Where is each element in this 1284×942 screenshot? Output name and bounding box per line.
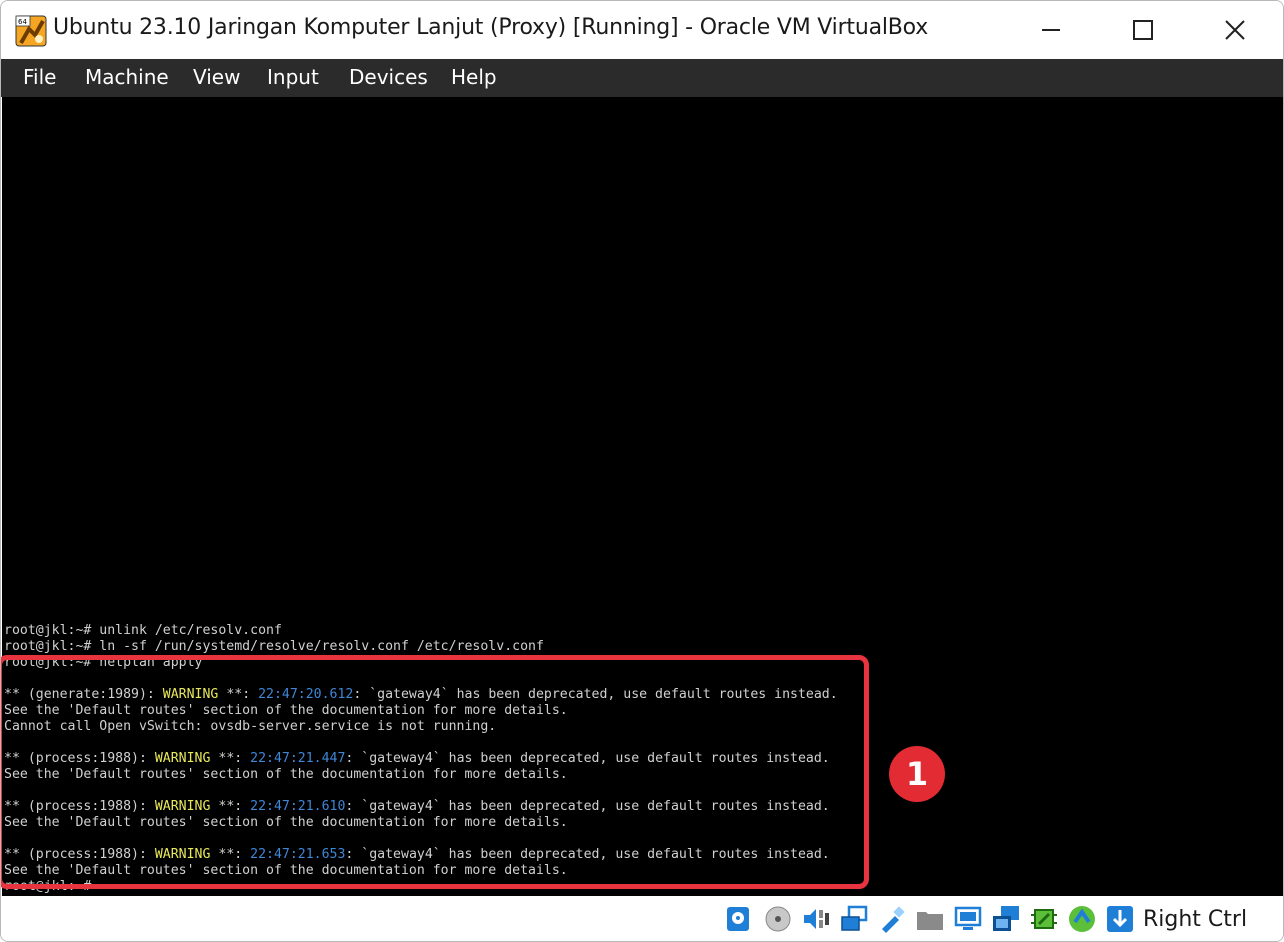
warning-label: WARNING <box>154 847 211 862</box>
menu-view[interactable]: View <box>193 65 240 89</box>
minimize-button[interactable] <box>1005 1 1097 59</box>
virtualbox-window: 64 Ubuntu 23.10 Jaringan Komputer Lanjut… <box>0 0 1284 942</box>
vm-display[interactable]: root@jkl:~# unlink /etc/resolv.conf root@… <box>2 97 1283 896</box>
audio-icon[interactable] <box>801 904 831 934</box>
maximize-button[interactable] <box>1097 1 1189 59</box>
timestamp: 22:47:20.612 <box>258 687 354 702</box>
warning-label: WARNING <box>154 751 211 766</box>
terminal-line: root@jkl:~# <box>4 879 838 895</box>
title-bar[interactable]: 64 Ubuntu 23.10 Jaringan Komputer Lanjut… <box>1 1 1283 59</box>
terminal-line: See the 'Default routes' section of the … <box>4 863 838 879</box>
maximize-icon <box>1133 20 1153 40</box>
terminal-text: See the 'Default routes' section of the … <box>4 815 568 830</box>
keyboard-capture-icon[interactable] <box>1105 904 1135 934</box>
terminal-text: root@jkl:~# netplan apply <box>4 655 203 670</box>
timestamp: 22:47:21.447 <box>250 751 346 766</box>
terminal-output: root@jkl:~# unlink /etc/resolv.conf root@… <box>4 623 838 895</box>
window-title: Ubuntu 23.10 Jaringan Komputer Lanjut (P… <box>53 15 929 40</box>
terminal-text: ** (generate:1989): <box>4 687 163 702</box>
mouse-integration-icon[interactable] <box>1067 904 1097 934</box>
terminal-text: : `gateway4` has been deprecated, use de… <box>345 751 830 766</box>
terminal-text: See the 'Default routes' section of the … <box>4 703 568 718</box>
terminal-text: ** (process:1988): <box>4 751 155 766</box>
terminal-text: root@jkl:~# unlink /etc/resolv.conf <box>4 623 282 638</box>
menu-machine[interactable]: Machine <box>85 65 169 89</box>
terminal-line: See the 'Default routes' section of the … <box>4 703 838 719</box>
terminal-text: **: <box>210 799 251 814</box>
terminal-text: **: <box>210 751 251 766</box>
display-icon[interactable] <box>953 904 983 934</box>
shared-folders-icon[interactable] <box>915 904 945 934</box>
terminal-text: root@jkl:~# <box>4 879 92 894</box>
warning-label: WARNING <box>162 687 219 702</box>
terminal-line: See the 'Default routes' section of the … <box>4 815 838 831</box>
menu-help[interactable]: Help <box>451 65 497 89</box>
terminal-text: ** (process:1988): <box>4 847 155 862</box>
terminal-line: Cannot call Open vSwitch: ovsdb-server.s… <box>4 719 838 735</box>
svg-text:64: 64 <box>18 18 27 26</box>
terminal-text: : `gateway4` has been deprecated, use de… <box>345 799 830 814</box>
minimize-icon <box>1042 29 1060 31</box>
cpu-icon[interactable] <box>1029 904 1059 934</box>
terminal-line: root@jkl:~# netplan apply <box>4 655 838 671</box>
terminal-text: **: <box>210 847 251 862</box>
terminal-line: See the 'Default routes' section of the … <box>4 767 838 783</box>
terminal-text: Cannot call Open vSwitch: ovsdb-server.s… <box>4 719 497 734</box>
menu-devices[interactable]: Devices <box>349 65 428 89</box>
menu-bar: File Machine View Input Devices Help <box>1 59 1283 97</box>
terminal-text: See the 'Default routes' section of the … <box>4 863 568 878</box>
menu-file[interactable]: File <box>23 65 56 89</box>
usb-icon[interactable] <box>877 904 907 934</box>
terminal-text: See the 'Default routes' section of the … <box>4 767 568 782</box>
terminal-line: ** (process:1988): WARNING **: 22:47:21.… <box>4 751 838 767</box>
host-key-label: Right Ctrl <box>1143 907 1248 932</box>
virtualbox-64-icon: 64 <box>15 15 47 47</box>
timestamp: 22:47:21.653 <box>250 847 346 862</box>
close-icon <box>1225 20 1245 40</box>
menu-input[interactable]: Input <box>267 65 319 89</box>
timestamp: 22:47:21.610 <box>250 799 346 814</box>
step-badge: 1 <box>889 746 945 802</box>
close-button[interactable] <box>1189 1 1281 59</box>
terminal-text: ** (process:1988): <box>4 799 155 814</box>
network-icon[interactable] <box>839 904 869 934</box>
terminal-text: : `gateway4` has been deprecated, use de… <box>345 847 830 862</box>
terminal-text: root@jkl:~# ln -sf /run/systemd/resolve/… <box>4 639 544 654</box>
warning-label: WARNING <box>154 799 211 814</box>
terminal-text: : `gateway4` has been deprecated, use de… <box>353 687 838 702</box>
terminal-line: root@jkl:~# unlink /etc/resolv.conf <box>4 623 838 639</box>
optical-drive-icon[interactable] <box>763 904 793 934</box>
status-bar <box>1 896 1283 941</box>
terminal-line: ** (generate:1989): WARNING **: 22:47:20… <box>4 687 838 703</box>
terminal-line: root@jkl:~# ln -sf /run/systemd/resolve/… <box>4 639 838 655</box>
recording-icon[interactable] <box>991 904 1021 934</box>
hard-disk-icon[interactable] <box>723 904 753 934</box>
terminal-line: ** (process:1988): WARNING **: 22:47:21.… <box>4 847 838 863</box>
terminal-line: ** (process:1988): WARNING **: 22:47:21.… <box>4 799 838 815</box>
terminal-text: **: <box>218 687 259 702</box>
